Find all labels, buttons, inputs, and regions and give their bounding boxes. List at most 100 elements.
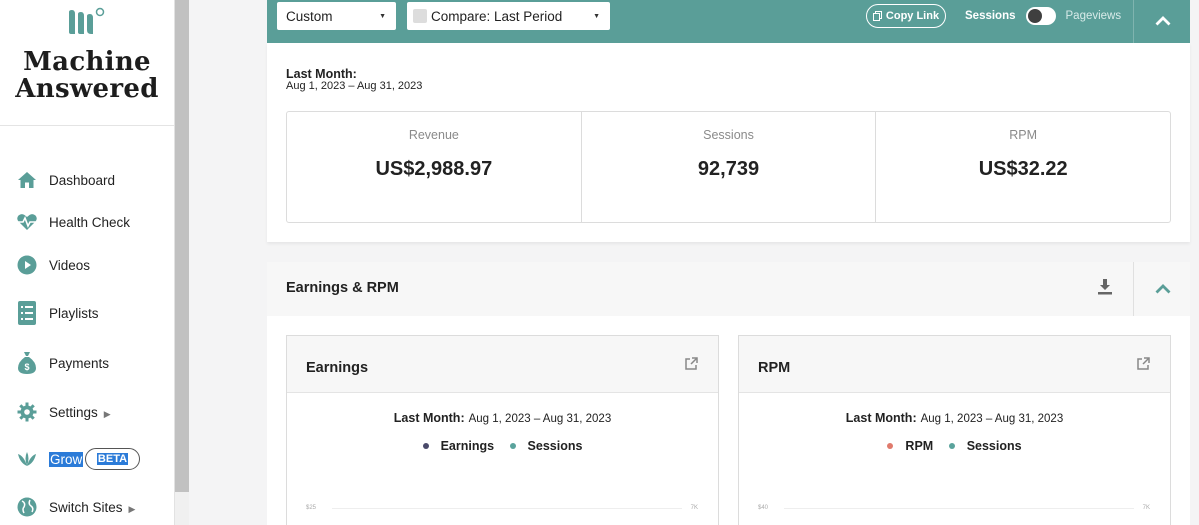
caret-down-icon: ▼ <box>379 12 386 20</box>
card-header: Earnings <box>287 336 718 393</box>
sidebar-item-payments[interactable]: $ Payments <box>0 348 175 378</box>
gridline <box>332 508 682 509</box>
external-link-icon <box>1137 357 1150 370</box>
sidebar-item-dashboard[interactable]: Dashboard <box>0 165 175 195</box>
sidebar-item-grow[interactable]: Grow BETA <box>0 444 175 474</box>
earnings-chart-card: Earnings Last Month: Aug 1, 2023 – Aug 31… <box>286 335 719 525</box>
compare-select[interactable]: Compare: Last Period ▼ <box>407 2 610 30</box>
sidebar-scrollbar-thumb[interactable] <box>175 0 189 492</box>
external-link-icon <box>685 357 698 370</box>
sidebar-item-label: Videos <box>49 257 91 273</box>
grow-label-text: Grow <box>49 451 84 467</box>
sidebar-item-health-check[interactable]: Health Check <box>0 207 175 237</box>
collapse-section-button[interactable] <box>1152 278 1174 300</box>
legend-label: RPM <box>905 439 934 453</box>
chevron-up-icon <box>1155 284 1171 294</box>
divider <box>1133 262 1134 316</box>
settings-label-text: Settings <box>49 404 98 420</box>
list-icon <box>16 301 38 325</box>
legend-label: Sessions <box>966 439 1022 453</box>
brand-name-line2: Answered <box>15 74 159 104</box>
y-axis-right-tick: 7K <box>1142 505 1150 511</box>
stat-sessions: Sessions 92,739 <box>582 112 877 222</box>
section-header: Earnings & RPM <box>267 262 1190 316</box>
open-external-button[interactable] <box>685 357 698 375</box>
rpm-chart-card: RPM Last Month: Aug 1, 2023 – Aug 31, 202… <box>738 335 1171 525</box>
caret-right-icon: ▶ <box>128 503 136 514</box>
legend-label: Sessions <box>527 439 583 453</box>
compare-value: Compare: Last Period <box>431 8 563 24</box>
card-header: RPM <box>739 336 1170 393</box>
stat-value: 92,739 <box>697 158 760 180</box>
toggle-pageviews-label: Pageviews <box>1065 10 1122 22</box>
legend-item-sessions[interactable]: Sessions <box>948 439 1022 453</box>
svg-text:$: $ <box>24 362 29 372</box>
summary-card: Last Month: Aug 1, 2023 – Aug 31, 2023 R… <box>267 43 1190 242</box>
card-title: Earnings <box>306 360 369 376</box>
legend-item-rpm[interactable]: RPM <box>887 439 933 453</box>
download-icon <box>1098 279 1112 295</box>
chart-period-label: Last Month: <box>845 411 917 425</box>
summary-stats: Revenue US$2,988.97 Sessions 92,739 RPM … <box>286 111 1171 223</box>
gear-icon <box>16 401 38 423</box>
copy-link-button[interactable]: Copy Link <box>866 4 946 28</box>
stat-revenue: Revenue US$2,988.97 <box>287 112 582 222</box>
toggle-sessions-label: Sessions <box>965 10 1016 22</box>
beta-badge: BETA <box>85 448 140 470</box>
collapse-filters-button[interactable] <box>1152 10 1174 32</box>
compare-checkbox[interactable] <box>413 9 427 23</box>
heartbeat-icon <box>16 211 38 233</box>
sidebar-item-label: Settings ▶ <box>49 405 111 420</box>
sidebar-item-label: Payments <box>49 355 110 371</box>
brand-name-line1: Machine <box>23 47 151 77</box>
toggle-knob <box>1027 9 1042 23</box>
chart-legend: Earnings Sessions <box>287 439 718 453</box>
sidebar-item-label: Switch Sites ▶ <box>49 500 135 515</box>
sidebar-item-playlists[interactable]: Playlists <box>0 298 175 328</box>
section-title: Earnings & RPM <box>286 280 399 296</box>
earnings-rpm-section: Earnings & RPM Earnings Last Month: Aug 1… <box>267 262 1190 525</box>
legend-dot <box>422 443 429 450</box>
chart-period-label: Last Month: <box>393 411 465 425</box>
filter-bar: Custom ▼ Compare: Last Period ▼ Copy Lin… <box>267 0 1190 43</box>
y-axis-left-tick: $25 <box>306 505 317 511</box>
caret-right-icon: ▶ <box>103 408 111 419</box>
money-bag-icon: $ <box>16 352 38 374</box>
brand-name: Machine Answered <box>0 49 174 103</box>
y-axis-right-tick: 7K <box>690 505 698 511</box>
sidebar-item-switch-sites[interactable]: Switch Sites ▶ <box>0 492 175 522</box>
copy-icon <box>872 11 882 21</box>
chart-period-range: Aug 1, 2023 – Aug 31, 2023 <box>468 413 612 425</box>
globe-icon <box>16 496 38 518</box>
date-range-select[interactable]: Custom ▼ <box>277 2 396 30</box>
stat-value: US$32.22 <box>978 158 1068 180</box>
leaf-icon <box>16 448 38 470</box>
sidebar-item-label: Grow <box>49 451 84 467</box>
switch-sites-label-text: Switch Sites <box>49 499 123 515</box>
legend-dot <box>509 443 516 450</box>
chart-period: Last Month: Aug 1, 2023 – Aug 31, 2023 <box>739 411 1170 425</box>
sessions-pageviews-toggle[interactable] <box>1025 7 1056 25</box>
caret-down-icon: ▼ <box>593 12 600 20</box>
brand-logo[interactable]: Machine Answered <box>0 0 174 126</box>
download-button[interactable] <box>1098 279 1112 300</box>
date-range-value: Custom <box>286 8 333 24</box>
sidebar-item-label: Health Check <box>49 214 131 230</box>
stat-label: Sessions <box>703 128 754 142</box>
open-external-button[interactable] <box>1137 357 1150 375</box>
chevron-up-icon <box>1155 16 1171 26</box>
stat-label: Revenue <box>408 128 459 142</box>
y-axis-left-tick: $40 <box>758 505 769 511</box>
stat-value: US$2,988.97 <box>375 158 493 180</box>
chart-legend: RPM Sessions <box>739 439 1170 453</box>
sidebar-item-videos[interactable]: Videos <box>0 250 175 280</box>
play-icon <box>16 254 38 276</box>
sidebar-item-settings[interactable]: Settings ▶ <box>0 397 175 427</box>
legend-item-sessions[interactable]: Sessions <box>509 439 583 453</box>
beta-badge-text: BETA <box>96 453 129 465</box>
legend-item-earnings[interactable]: Earnings <box>422 439 494 453</box>
card-title: RPM <box>758 360 791 376</box>
sidebar-item-label: Playlists <box>49 305 99 321</box>
chart-period-range: Aug 1, 2023 – Aug 31, 2023 <box>920 413 1064 425</box>
logo-mark-icon <box>69 7 105 34</box>
